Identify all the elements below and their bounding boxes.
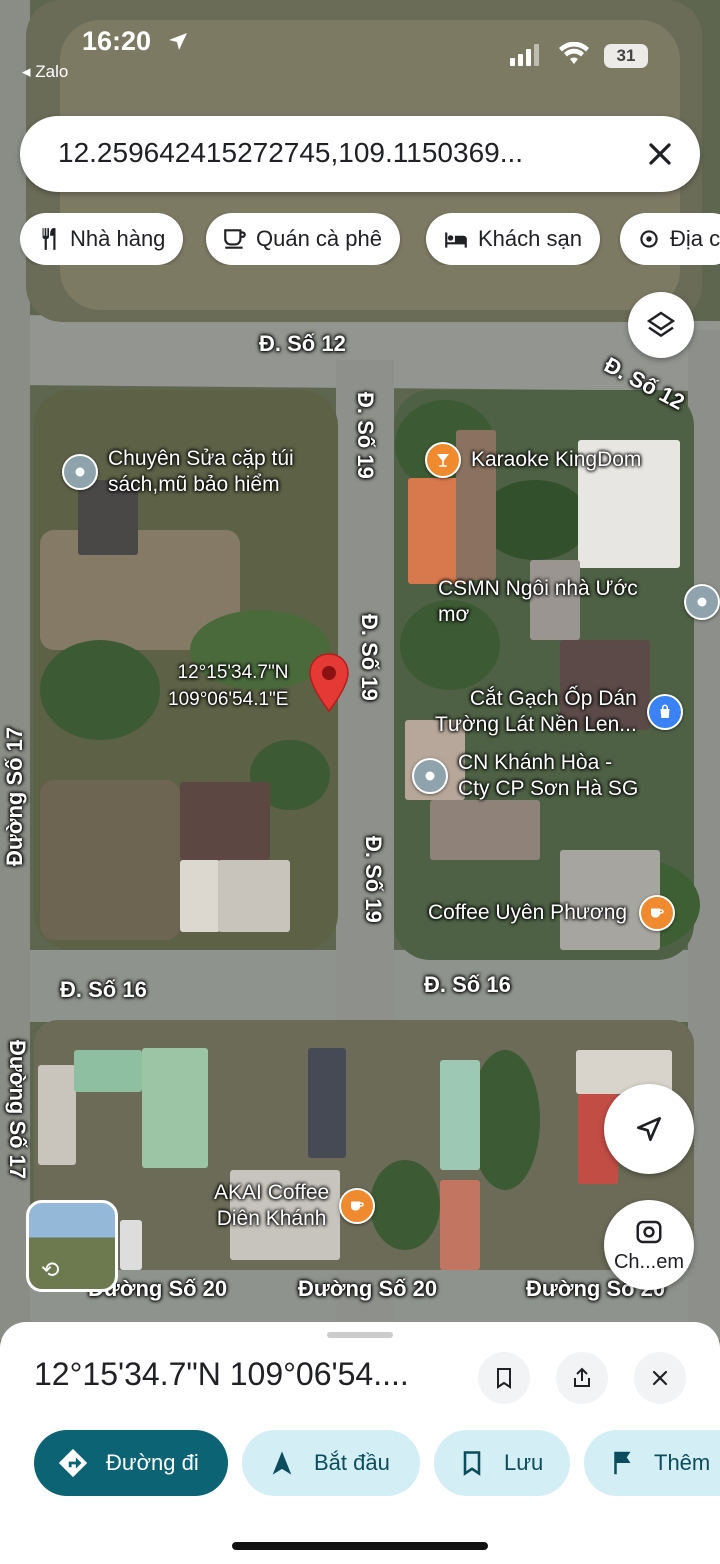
street-label: Đ. Số 19 xyxy=(357,614,382,701)
chip-label: Nhà hàng xyxy=(70,226,166,251)
back-to-app-link[interactable]: ◂ Zalo xyxy=(22,62,68,82)
street-label: Đ. Số 16 xyxy=(60,977,147,1002)
rotate-360-icon: ⟲ xyxy=(41,1257,60,1282)
street-label: Đ. Số 19 xyxy=(353,392,378,479)
poi-name: CSMN Ngôi nhà Ước mơ xyxy=(438,577,638,626)
drag-handle[interactable] xyxy=(327,1332,393,1338)
cellular-signal-icon xyxy=(510,44,539,66)
poi-name: Cắt Gạch Ốp Dán Tường Lát Nền Len... xyxy=(435,687,637,736)
chip-label: Địa c xyxy=(670,226,720,251)
save-label: Lưu xyxy=(504,1450,544,1475)
poi-name: Chuyên Sửa cặp túi sách,mũ bảo hiểm xyxy=(108,447,294,496)
coffee-icon xyxy=(339,1188,376,1224)
street-label: Đ. Số 12 xyxy=(259,331,346,356)
street-label: Đường Số 17 xyxy=(5,1040,30,1180)
poi-marker[interactable]: AKAI Coffee Diên Khánh xyxy=(214,1180,376,1232)
close-icon[interactable] xyxy=(642,136,678,172)
action-buttons: Đường đi Bắt đầu Lưu Thêm xyxy=(0,1430,720,1496)
share-icon xyxy=(574,1367,590,1387)
add-label-button[interactable]: Thêm xyxy=(584,1430,720,1496)
street-view-label: Ch...em xyxy=(613,1250,685,1273)
chip-cafes[interactable]: Quán cà phê xyxy=(206,213,400,265)
street-view-button[interactable]: Ch...em xyxy=(604,1200,694,1290)
close-sheet-button[interactable] xyxy=(634,1352,686,1404)
place-title: 12°15'34.7"N 109°06'54.... xyxy=(34,1356,409,1392)
save-button[interactable]: Lưu xyxy=(434,1430,570,1496)
bookmark-icon xyxy=(463,1451,481,1476)
start-button[interactable]: Bắt đầu xyxy=(242,1430,420,1496)
chip-hotels[interactable]: Khách sạn xyxy=(426,213,600,265)
directions-icon xyxy=(58,1448,88,1478)
dropped-pin-icon[interactable] xyxy=(308,652,350,719)
camera-icon xyxy=(636,1220,662,1243)
hotel-icon xyxy=(445,232,467,248)
poi-marker[interactable]: Cắt Gạch Ốp Dán Tường Lát Nền Len... xyxy=(435,686,683,738)
category-chips: Nhà hàng Quán cà phê Khách sạn Địa c xyxy=(20,213,720,265)
restaurant-icon xyxy=(42,228,56,250)
location-pin-icon xyxy=(412,758,448,794)
shopping-bag-icon xyxy=(646,694,683,730)
add-label-text: Thêm xyxy=(654,1450,711,1475)
battery-indicator: 31 xyxy=(604,44,648,68)
wifi-icon xyxy=(559,42,589,64)
status-bar: 16:20 ◂ Zalo 31 xyxy=(0,22,720,81)
search-bar[interactable]: 12.259642415272745,109.1150369... xyxy=(20,116,700,192)
back-app-label: Zalo xyxy=(35,62,69,81)
coffee-icon xyxy=(639,895,676,931)
street-label: Đường Số 20 xyxy=(298,1276,438,1301)
poi-marker[interactable]: CN Khánh Hòa - Cty CP Sơn Hà SG xyxy=(412,750,638,802)
poi-name: Coffee Uyên Phương xyxy=(428,901,628,924)
navigation-arrow-icon xyxy=(637,1117,661,1141)
place-bottom-sheet[interactable]: 12°15'34.7"N 109°06'54.... Đường đi Bắt … xyxy=(0,1322,720,1564)
status-time: 16:20 xyxy=(82,26,152,56)
save-icon-button[interactable] xyxy=(478,1352,530,1404)
location-pin-icon xyxy=(684,584,720,620)
attraction-icon xyxy=(640,230,658,248)
poi-marker[interactable]: CSMN Ngôi nhà Ước mơ xyxy=(438,576,720,628)
my-location-button[interactable] xyxy=(604,1084,694,1174)
poi-marker[interactable]: Chuyên Sửa cặp túi sách,mũ bảo hiểm xyxy=(62,446,294,498)
location-pin-icon xyxy=(62,454,98,490)
street-label: Đ. Số 16 xyxy=(424,972,511,997)
chip-attractions[interactable]: Địa c xyxy=(620,213,720,265)
pin-coordinates-label: 12°15'34.7"N 109°06'54.1"E xyxy=(168,662,289,710)
poi-name: Karaoke KingDom xyxy=(471,448,642,471)
chip-label: Quán cà phê xyxy=(256,226,382,251)
location-arrow-icon xyxy=(169,33,187,50)
street-label: Đ. Số 19 xyxy=(361,836,386,923)
home-indicator xyxy=(232,1542,488,1550)
cocktail-icon xyxy=(425,442,461,478)
chip-label: Khách sạn xyxy=(478,226,582,251)
street-view-thumbnail[interactable]: ⟲ xyxy=(26,1200,118,1292)
navigation-arrow-icon xyxy=(272,1451,292,1475)
bookmark-icon xyxy=(497,1368,511,1389)
close-icon xyxy=(652,1370,668,1386)
layers-button[interactable] xyxy=(628,292,694,358)
poi-marker[interactable]: Karaoke KingDom xyxy=(425,442,641,478)
share-button[interactable] xyxy=(556,1352,608,1404)
start-label: Bắt đầu xyxy=(314,1450,390,1475)
layers-icon xyxy=(646,311,676,338)
flag-icon xyxy=(614,1451,631,1475)
poi-name: AKAI Coffee Diên Khánh xyxy=(214,1181,330,1230)
cafe-icon xyxy=(224,229,246,249)
street-label: Đường Số 17 xyxy=(2,726,27,866)
chip-restaurants[interactable]: Nhà hàng xyxy=(20,213,184,265)
directions-label: Đường đi xyxy=(106,1450,199,1475)
directions-button[interactable]: Đường đi xyxy=(34,1430,228,1496)
poi-name: CN Khánh Hòa - Cty CP Sơn Hà SG xyxy=(458,751,639,800)
search-query[interactable]: 12.259642415272745,109.1150369... xyxy=(58,137,523,169)
poi-marker[interactable]: Coffee Uyên Phương xyxy=(428,895,676,931)
